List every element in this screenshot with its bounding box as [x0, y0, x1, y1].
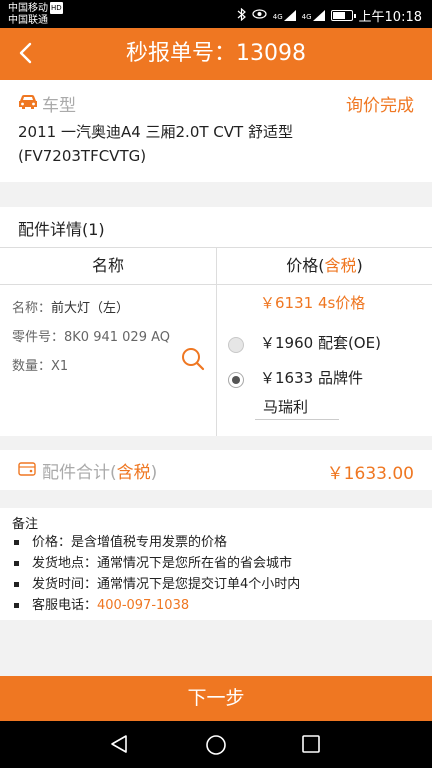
battery-icon: [330, 10, 356, 21]
model-line-1: 2011 一汽奥迪A4 三厢2.0T CVT 舒适型: [18, 123, 293, 141]
model-line-2: (FV7203TFCVTG): [18, 147, 147, 165]
vehicle-model: 2011 一汽奥迪A4 三厢2.0T CVT 舒适型 (FV7203TFCVTG…: [18, 120, 414, 168]
divider: [0, 284, 432, 285]
radio-brand[interactable]: [228, 372, 244, 388]
part-number-key: 零件号：: [12, 330, 65, 345]
price-header-suffix: ): [356, 256, 363, 275]
signal-icon-2: 4G: [302, 10, 325, 21]
note-item: 发货地点：通常情况下是您所在省的省会城市: [12, 553, 300, 574]
clock: 上午10:18: [358, 10, 422, 25]
recents-nav-icon[interactable]: [302, 735, 320, 757]
radio-oe[interactable]: [228, 337, 244, 353]
note-item: 发货时间：通常情况下是您提交订单4个小时内: [12, 574, 300, 595]
total-amount: ￥1633.00: [326, 464, 414, 484]
vehicle-card: 车型 询价完成 2011 一汽奥迪A4 三厢2.0T CVT 舒适型 (FV72…: [0, 80, 432, 182]
status-bar: 中国移动 HD 中国联通 4G 4G 上午10:18: [0, 0, 432, 28]
parts-title: 配件详情(1): [18, 220, 105, 239]
system-nav-bar: [0, 721, 432, 768]
part-quantity-value: X1: [51, 359, 69, 374]
option-brand-label[interactable]: ￥1633 品牌件: [260, 367, 363, 388]
total-card: 配件合计(含税) ￥1633.00: [0, 450, 432, 490]
signal-icon-1: 4G: [273, 10, 296, 21]
carrier-1: 中国移动: [8, 3, 48, 14]
part-name: 名称：前大灯（左）: [12, 297, 129, 316]
next-step-button[interactable]: 下一步: [0, 676, 432, 721]
vehicle-label: 车型: [42, 96, 76, 116]
column-header-price: 价格(含税): [217, 248, 432, 284]
phone-link[interactable]: 400-097-1038: [97, 598, 189, 613]
signal-label-1: 4G: [272, 13, 283, 21]
total-label: 配件合计(含税): [42, 458, 157, 483]
total-label-tax: 含税: [116, 463, 151, 483]
bluetooth-icon: [237, 7, 246, 24]
brand-field[interactable]: 马瑞利: [255, 394, 339, 420]
part-quantity-key: 数量：: [12, 359, 52, 374]
back-button[interactable]: [10, 36, 40, 73]
phone-label: 客服电话：: [32, 598, 98, 613]
note-item-phone: 客服电话：400-097-1038: [12, 595, 300, 616]
part-number: 零件号：8K0 941 029 AQ: [12, 326, 170, 345]
total-label-suffix: ): [150, 463, 158, 483]
price-header-tax: 含税: [324, 256, 357, 275]
home-nav-icon[interactable]: [205, 734, 227, 760]
quote-status: 询价完成: [346, 96, 414, 116]
hd-badge: HD: [50, 2, 63, 14]
car-icon: [18, 94, 38, 114]
back-nav-icon[interactable]: [110, 734, 128, 758]
search-icon[interactable]: [181, 347, 205, 375]
carrier-2: 中国联通: [8, 15, 48, 26]
wallet-icon: [18, 461, 36, 481]
parts-card: 配件详情(1) 名称 价格(含税) 名称：前大灯（左） 零件号：8K0 941 …: [0, 207, 432, 436]
notes-card: 备注 价格：是含增值税专用发票的价格 发货地点：通常情况下是您所在省的省会城市 …: [0, 508, 432, 620]
total-label-prefix: 配件合计(: [42, 463, 117, 483]
column-header-name: 名称: [91, 256, 124, 275]
part-name-key: 名称：: [12, 301, 52, 316]
carrier-info: 中国移动 HD 中国联通: [8, 2, 63, 27]
price-header-prefix: 价格(: [286, 256, 325, 275]
option-oe-label[interactable]: ￥1960 配套(OE): [260, 332, 381, 353]
note-item: 价格：是含增值税专用发票的价格: [12, 532, 300, 553]
part-number-value: 8K0 941 029 AQ: [64, 330, 171, 345]
radio-selected-dot: [232, 376, 240, 384]
eye-icon: [252, 9, 267, 22]
part-quantity: 数量：X1: [12, 355, 68, 374]
part-name-value: 前大灯（左）: [51, 301, 130, 316]
app-header: 秒报单号：13098: [0, 28, 432, 80]
page-title: 秒报单号：13098: [126, 41, 306, 66]
chevron-left-icon: [19, 42, 32, 64]
notes-list: 价格：是含增值税专用发票的价格 发货地点：通常情况下是您所在省的省会城市 发货时…: [12, 532, 300, 616]
signal-label-2: 4G: [301, 13, 312, 21]
4s-price: ￥6131 4s价格: [260, 294, 366, 312]
notes-title: 备注: [12, 517, 39, 532]
